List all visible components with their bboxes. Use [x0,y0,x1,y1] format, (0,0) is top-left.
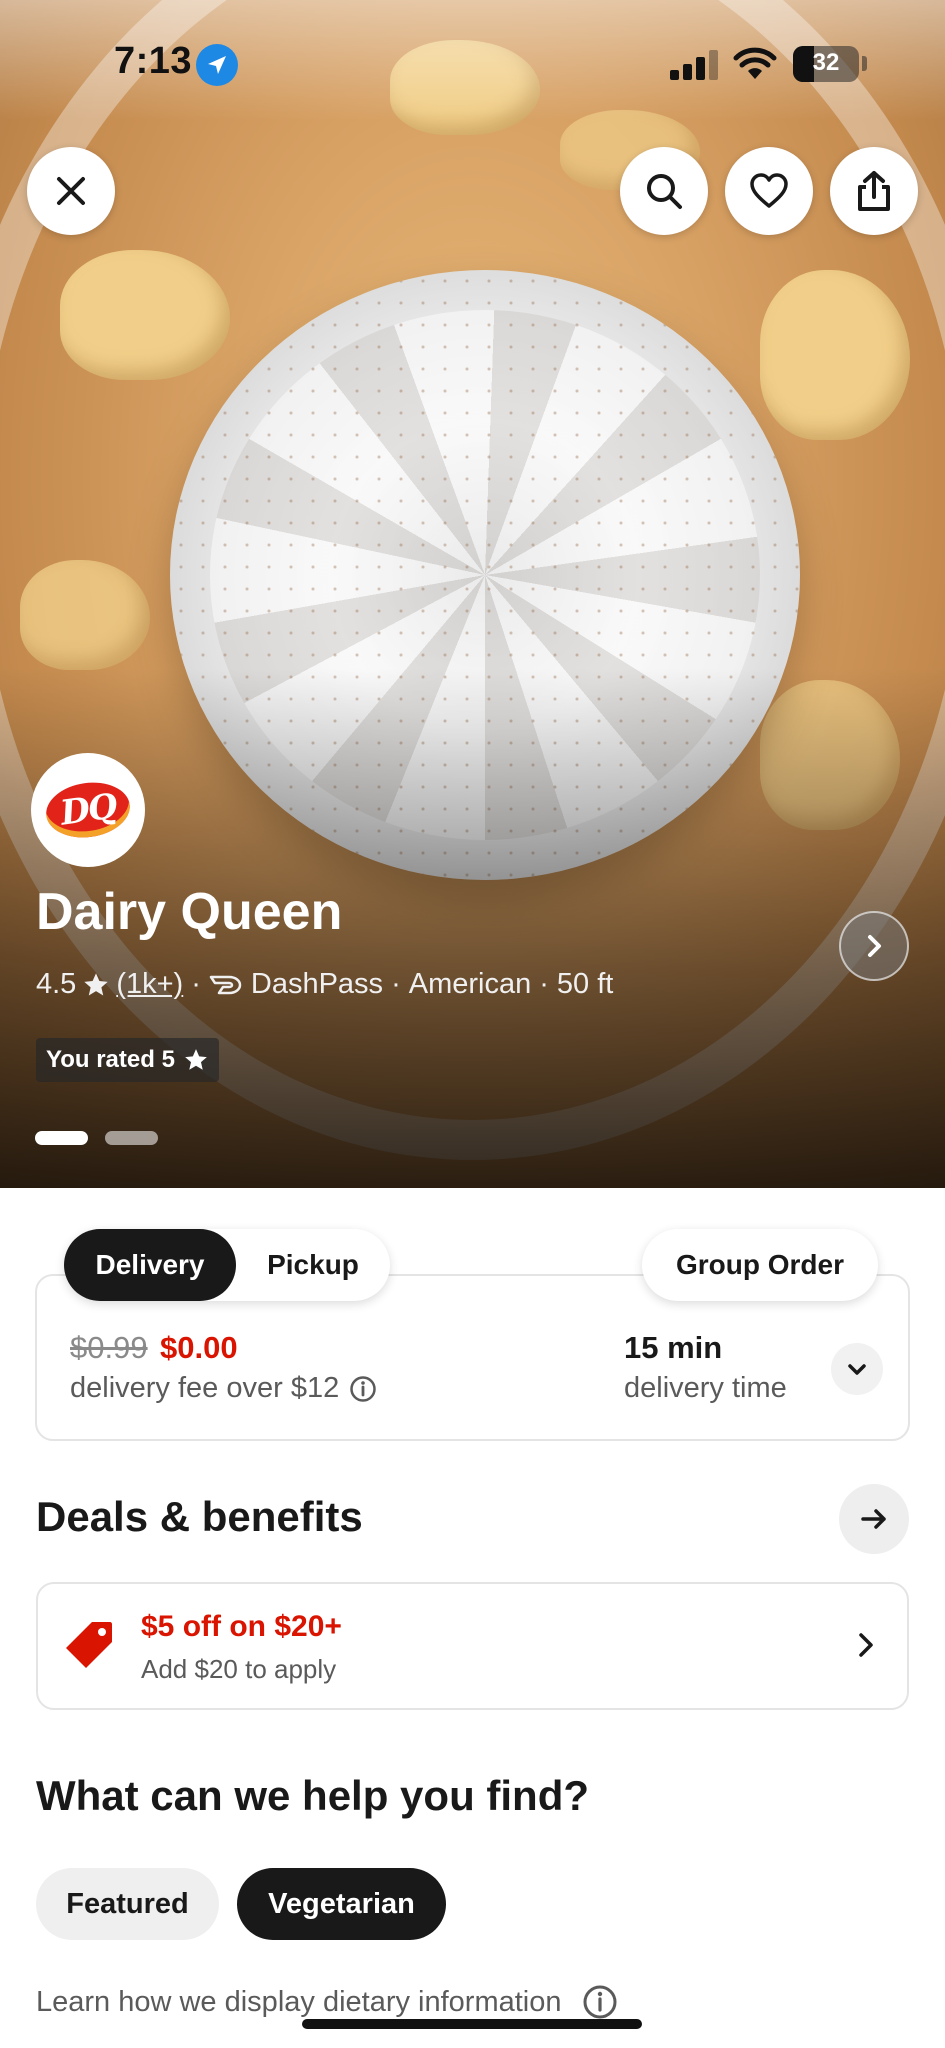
dietary-info-text: Learn how we display dietary information [36,1985,562,2018]
battery-percent: 32 [812,49,840,76]
review-count-link[interactable]: (1k+) [116,968,183,1001]
delivery-tab[interactable]: Delivery [64,1229,236,1301]
delivery-fee-text: delivery fee over $12 [70,1372,340,1404]
deals-see-all-button[interactable] [839,1484,909,1554]
search-button[interactable] [620,147,708,235]
deal-title: $5 off on $20+ [141,1610,342,1643]
expand-details-button[interactable] [831,1343,883,1395]
info-icon[interactable] [349,1375,377,1403]
dietary-info-link[interactable]: Learn how we display dietary information [36,1984,618,2020]
you-rated-label: You rated 5 [46,1046,175,1073]
filter-pill-featured[interactable]: Featured [36,1868,219,1940]
store-info-next-button[interactable] [839,911,909,981]
close-button[interactable] [27,147,115,235]
star-icon [84,972,108,995]
carousel-dot[interactable] [105,1131,158,1145]
store-name: Dairy Queen [36,883,343,941]
delivery-time-value: 15 min [624,1330,723,1365]
star-icon [185,1049,207,1070]
deal-card[interactable] [36,1582,909,1710]
close-icon [57,177,85,205]
tag-icon [66,1622,112,1668]
meta-separator: · [391,968,401,1000]
store-rating: 4.5 [36,968,77,1000]
chevron-down-icon [848,1364,866,1375]
chevron-right-icon [859,1633,873,1657]
cuisine-label: American [408,968,532,1000]
delivery-time-label: delivery time [624,1372,787,1404]
share-button[interactable] [830,147,918,235]
distance-label: 50 ft [556,968,614,1000]
deals-section-title: Deals & benefits [36,1493,363,1540]
logo-text: DQ [57,786,119,834]
delivery-fee-label: delivery fee over $12 [70,1372,377,1405]
battery-cap [862,56,867,71]
meta-separator: · [539,968,549,1000]
heart-icon [750,173,788,208]
store-meta: 4.5 (1k+) · DashPass · American · 50 ft [36,968,613,1001]
search-icon [647,174,682,209]
info-icon [583,1985,616,2019]
meta-separator: · [191,968,201,1000]
group-order-button[interactable]: Group Order [642,1229,878,1301]
hero-fruit-chunk [60,250,230,380]
wifi-icon [733,47,777,79]
store-logo: DQ [31,753,145,867]
carousel-dot-active[interactable] [35,1131,88,1145]
location-arrow-icon [196,44,238,86]
cellular-signal-icon [670,50,720,80]
new-delivery-fee: $0.00 [160,1330,238,1365]
dashpass-label: DashPass [250,968,384,1000]
deal-subtitle: Add $20 to apply [141,1654,337,1684]
pickup-tab[interactable]: Pickup [236,1229,390,1301]
find-section-title: What can we help you find? [36,1772,590,1819]
battery-icon: 32 [793,46,859,82]
home-indicator[interactable] [302,2019,642,2029]
arrow-right-icon [861,1509,886,1529]
chevron-right-icon [868,935,881,957]
you-rated-badge: You rated 5 [36,1038,219,1082]
old-delivery-fee: $0.99 [70,1330,148,1365]
favorite-button[interactable] [725,147,813,235]
hero-fruit-chunk [20,560,150,670]
order-mode-toggle: Delivery Pickup [64,1229,390,1301]
filter-pill-vegetarian[interactable]: Vegetarian [237,1868,446,1940]
dashpass-icon [209,975,242,994]
status-time: 7:13 [114,40,193,82]
share-icon [858,171,890,211]
dq-logo-icon: DQ [42,777,134,843]
